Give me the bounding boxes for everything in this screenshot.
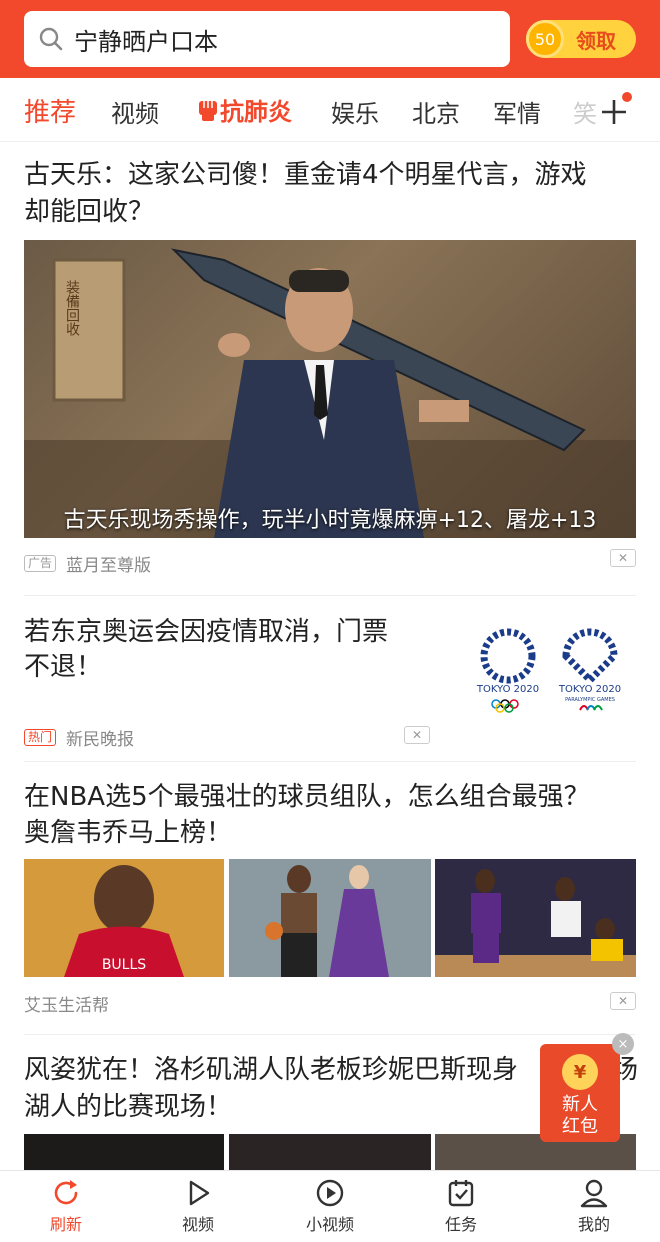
tokyo-2020-paralympic-emblem: TOKYO 2020 PARALYMPIC GAMES: [558, 628, 621, 711]
item4-title-line2: 湖人的比赛现场！: [24, 1092, 233, 1122]
item2-title-line2: 不退！: [24, 652, 103, 682]
nav-task[interactable]: 任务: [416, 1177, 506, 1235]
item3-thumb-2: [229, 859, 431, 977]
red-packet-line1: 新人: [562, 1094, 598, 1115]
task-icon: [448, 1180, 474, 1207]
item1-source: 蓝月至尊版: [66, 556, 152, 576]
close-red-packet-button[interactable]: ×: [612, 1033, 634, 1055]
nav-mini-video[interactable]: 小视频: [285, 1177, 375, 1235]
user-icon: [580, 1179, 608, 1208]
tab-beijing[interactable]: 北京: [412, 94, 460, 129]
notification-dot: [622, 92, 632, 102]
claim-coin-button[interactable]: 50 领取: [526, 20, 636, 58]
item1-sign-text: 装備回收: [64, 280, 80, 336]
red-packet-line2: 红包: [562, 1116, 598, 1137]
coin-icon: 50: [526, 20, 564, 58]
ad-tag: 广告: [24, 555, 57, 572]
item1-image-art: 装備回收: [24, 248, 636, 538]
play-icon: [189, 1180, 210, 1206]
dismiss-button-1[interactable]: ✕: [610, 549, 636, 567]
dismiss-button-3[interactable]: ✕: [610, 992, 636, 1010]
olympic-logo-text: TOKYO 2020: [476, 684, 539, 695]
bottom-nav: 刷新 视频 小视频 任务 我的: [0, 1170, 660, 1242]
tab-video[interactable]: 视频: [111, 94, 159, 129]
channel-tabs: 推荐 视频 抗肺炎 娱乐 北京 军情 笑: [0, 78, 660, 142]
tokyo-2020-olympic-emblem: TOKYO 2020: [476, 628, 539, 713]
item1-meta: 广告 蓝月至尊版: [24, 551, 151, 576]
tab-anti-pneumonia-label: 抗肺炎: [220, 98, 292, 126]
item3-thumb-3: [435, 859, 636, 977]
fist-icon: [199, 100, 217, 121]
nav-task-label: 任务: [444, 1215, 477, 1234]
tab-military[interactable]: 军情: [493, 94, 541, 129]
hot-tag: 热门: [24, 729, 57, 746]
search-bar[interactable]: 宁静晒户口本: [24, 11, 510, 67]
nav-refresh-label: 刷新: [49, 1215, 82, 1234]
tab-entertainment[interactable]: 娱乐: [331, 94, 379, 129]
item3-source: 艾玉生活帮: [24, 996, 109, 1016]
item1-image-caption: 古天乐现场秀操作，玩半小时竟爆麻痹+12、屠龙+13: [63, 508, 597, 533]
nav-video[interactable]: 视频: [153, 1177, 243, 1235]
jersey-text: BULLS: [102, 957, 146, 973]
search-icon: [39, 27, 63, 51]
item4-thumb-2: [229, 1134, 431, 1170]
nav-mine[interactable]: 我的: [549, 1177, 639, 1235]
item3-title-line2: 奥詹韦乔马上榜！: [24, 818, 233, 848]
item2-meta: 热门 新民晚报: [24, 725, 134, 750]
item1-image: 装備回收 古天乐现场秀操作，玩半小时竟爆麻痹+12、屠龙+13: [24, 240, 636, 538]
item1-title-line2: 却能回收？: [24, 197, 155, 227]
divider: [24, 761, 636, 762]
search-query: 宁静晒户口本: [74, 27, 218, 56]
refresh-icon: [54, 1180, 78, 1205]
tab-anti-pneumonia[interactable]: 抗肺炎: [196, 92, 292, 127]
new-user-red-packet[interactable]: ¥ 新人 红包: [540, 1044, 620, 1142]
item2-source: 新民晚报: [66, 730, 135, 750]
paralympic-logo-text: TOKYO 2020: [558, 684, 621, 695]
mini-video-icon: [316, 1179, 344, 1207]
item1-title-line1: 古天乐：这家公司傻！重金请4个明星代言，游戏: [24, 160, 587, 190]
top-bar: 宁静晒户口本 50 领取: [0, 0, 660, 78]
nav-mini-video-label: 小视频: [305, 1215, 354, 1234]
item4-thumb-1: [24, 1134, 224, 1170]
item3-meta: 艾玉生活帮: [24, 991, 109, 1016]
coin-amount: 50: [534, 29, 556, 49]
item2-title-line1: 若东京奥运会因疫情取消，门票: [24, 617, 389, 647]
paralympic-logo-subtext: PARALYMPIC GAMES: [565, 697, 615, 703]
divider: [24, 595, 636, 596]
tab-joke[interactable]: 笑: [573, 94, 597, 129]
item3-title-line1: 在NBA选5个最强壮的球员组队，怎么组合最强？: [24, 782, 590, 812]
tokyo-2020-logos: TOKYO 2020 TOKYO 2020 PARALYMPIC GAMES: [476, 628, 621, 713]
nav-refresh[interactable]: 刷新: [21, 1177, 111, 1235]
divider: [24, 1034, 636, 1035]
tab-recommend[interactable]: 推荐: [24, 92, 76, 129]
nav-video-label: 视频: [181, 1215, 214, 1234]
item4-title-line1: 风姿犹在！洛杉矶湖人队老板珍妮巴斯现身: [24, 1055, 519, 1085]
dismiss-button-2[interactable]: ✕: [404, 726, 430, 744]
yuan-coin-icon: ¥: [562, 1054, 598, 1090]
item3-thumb-1: BULLS: [24, 859, 224, 977]
nav-mine-label: 我的: [577, 1215, 610, 1234]
red-packet-label: 新人 红包: [540, 1094, 620, 1138]
claim-label: 领取: [576, 28, 616, 53]
